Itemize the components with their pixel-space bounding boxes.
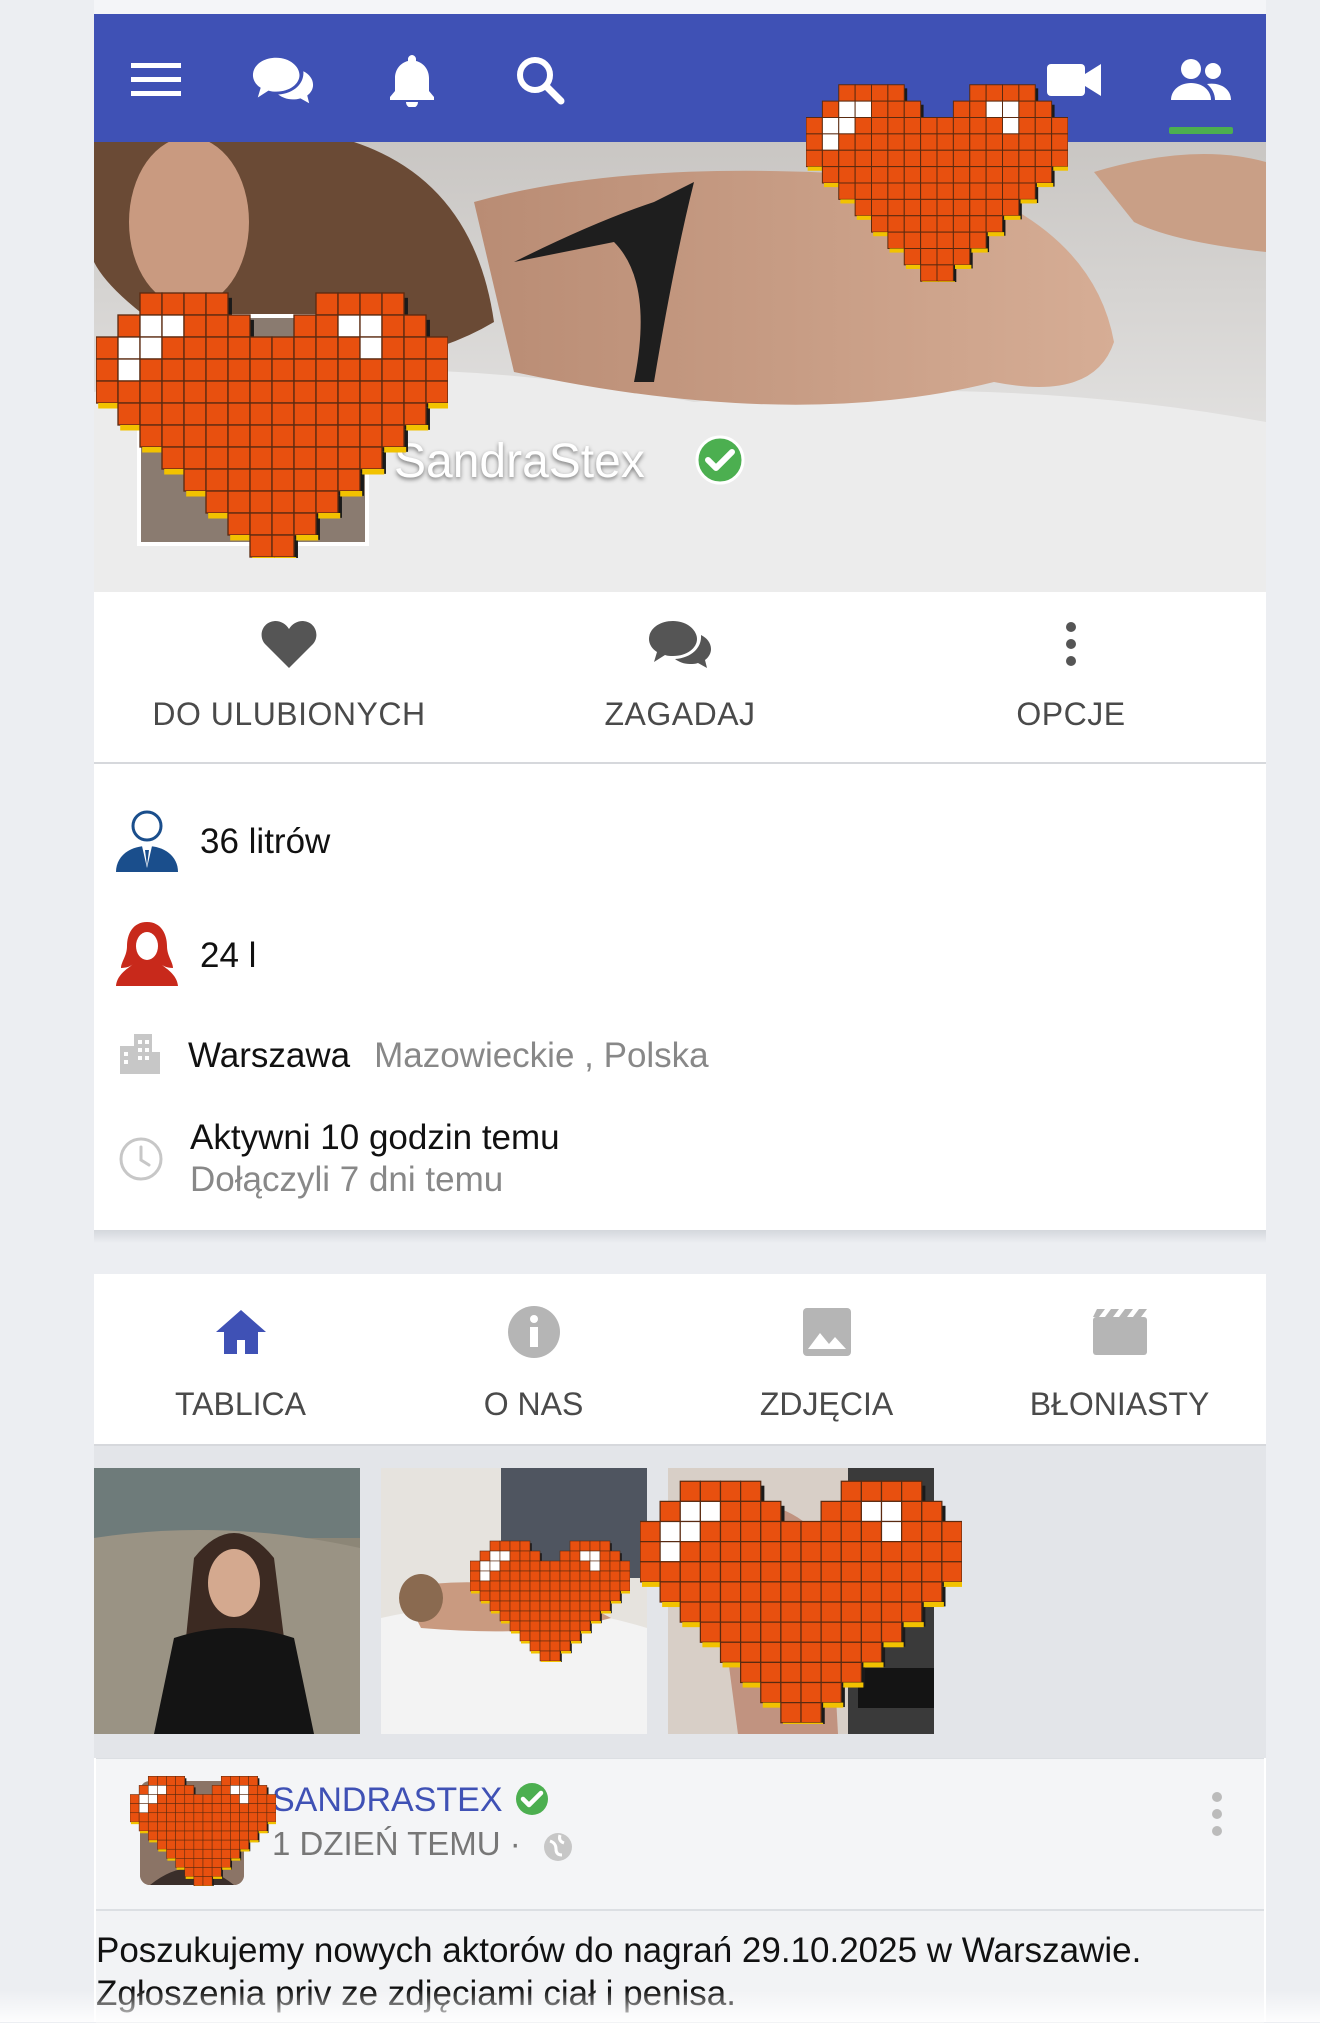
options-button[interactable]: OPCJE	[876, 614, 1266, 733]
image-icon	[680, 1304, 973, 1360]
tab-videos[interactable]: BŁONIASTY	[973, 1304, 1266, 1423]
tab-about-label: O NAS	[387, 1386, 680, 1423]
tab-photos-label: ZDJĘCIA	[680, 1386, 973, 1423]
female-user-icon	[114, 920, 180, 991]
verified-badge-icon	[514, 1781, 550, 1822]
female-info-text: 24 l	[200, 936, 256, 976]
heart-icon	[94, 614, 484, 674]
pixel-heart-overlay	[640, 1480, 962, 1724]
post-options-icon[interactable]	[1210, 1791, 1224, 1842]
menu-icon[interactable]	[124, 48, 188, 112]
clock-icon	[118, 1136, 164, 1187]
bell-icon[interactable]	[380, 48, 444, 112]
post-timestamp: 1 DZIEŃ TEMU ·	[272, 1825, 521, 1863]
movie-icon	[973, 1304, 1266, 1360]
chat-icon	[485, 614, 875, 674]
search-icon[interactable]	[508, 48, 572, 112]
male-info-text: 36 litrów	[200, 822, 330, 862]
status-strip	[94, 0, 1266, 14]
profile-info: 36 litrów 24 l Warszawa Mazowieckie , Po…	[94, 764, 1266, 1230]
pixel-heart-overlay	[130, 1776, 276, 1886]
pixel-heart-overlay	[470, 1540, 630, 1662]
city-text: Warszawa	[188, 1036, 350, 1076]
profile-tabs: TABLICA O NAS ZDJĘCIA BŁONIASTY	[94, 1274, 1266, 1446]
post-author-name[interactable]: SANDRASTEX	[272, 1781, 503, 1820]
top-navbar	[94, 14, 1266, 142]
male-user-icon	[114, 806, 180, 877]
joined-text: Dołączyli 7 dni temu	[190, 1160, 503, 1200]
male-info-row: 36 litrów	[114, 806, 330, 877]
tab-about[interactable]: O NAS	[387, 1304, 680, 1423]
chat-icon[interactable]	[251, 48, 315, 112]
globe-icon	[542, 1831, 574, 1868]
tab-wall-label: TABLICA	[94, 1386, 387, 1423]
pixel-heart-overlay	[806, 84, 1068, 282]
region-text: Mazowieckie , Polska	[374, 1036, 709, 1076]
favorite-button[interactable]: DO ULUBIONYCH	[94, 614, 484, 733]
last-active-text: Aktywni 10 godzin temu	[190, 1118, 560, 1158]
more-vert-icon	[876, 614, 1266, 674]
people-icon[interactable]	[1169, 48, 1233, 112]
tab-photos[interactable]: ZDJĘCIA	[680, 1304, 973, 1423]
verified-badge-icon	[695, 435, 745, 490]
info-icon	[387, 1304, 680, 1360]
post-text-line: Poszukujemy nowych aktorów do nagrań 29.…	[96, 1929, 1264, 1972]
building-icon	[118, 1032, 160, 1079]
location-row: Warszawa Mazowieckie , Polska	[114, 1032, 709, 1079]
bottom-fade	[0, 1990, 1320, 2022]
pixel-heart-overlay	[96, 292, 448, 558]
favorite-label: DO ULUBIONYCH	[94, 696, 484, 733]
tab-videos-label: BŁONIASTY	[973, 1386, 1266, 1423]
home-icon	[94, 1304, 387, 1360]
options-label: OPCJE	[876, 696, 1266, 733]
profile-actions: DO ULUBIONYCH ZAGADAJ OPCJE	[94, 592, 1266, 764]
tab-wall[interactable]: TABLICA	[94, 1304, 387, 1423]
chat-label: ZAGADAJ	[485, 696, 875, 733]
active-tab-indicator	[1169, 127, 1233, 134]
chat-button[interactable]: ZAGADAJ	[485, 614, 875, 733]
section-divider	[94, 1230, 1266, 1274]
female-info-row: 24 l	[114, 920, 256, 991]
photo-thumbnail[interactable]	[94, 1468, 360, 1734]
